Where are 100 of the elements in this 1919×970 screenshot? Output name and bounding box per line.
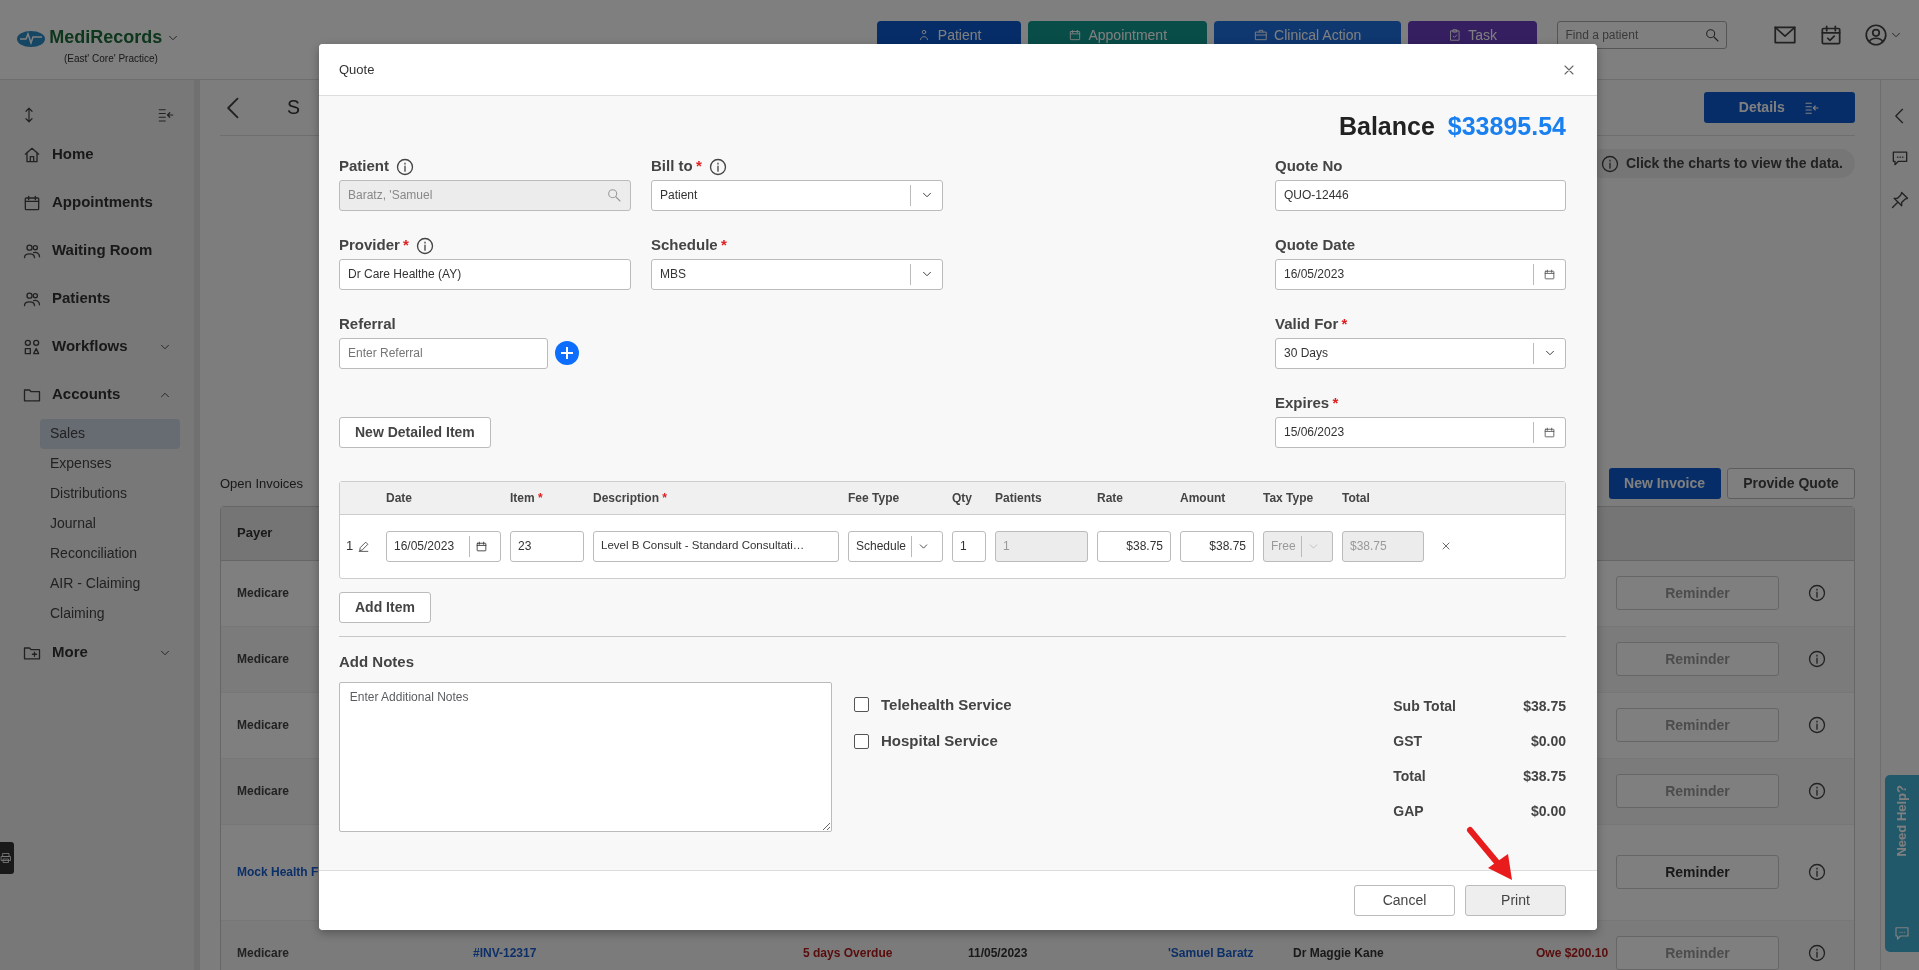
checkbox-label: Telehealth Service xyxy=(881,694,1012,715)
column-header: Payer xyxy=(237,524,273,543)
select-field[interactable]: 30 Days xyxy=(1275,337,1566,369)
search-field[interactable]: Find a patient xyxy=(1556,21,1727,49)
details-button[interactable]: Details xyxy=(1704,92,1855,123)
total-label: GST xyxy=(1393,731,1424,751)
input-field[interactable]: $38.75 xyxy=(1097,530,1171,562)
input-field[interactable]: 1 xyxy=(995,530,1088,562)
page-title: S xyxy=(287,94,300,120)
info-icon xyxy=(1806,583,1827,603)
pointer-arrow xyxy=(1467,827,1512,880)
select-field[interactable]: MBS xyxy=(651,258,943,290)
help-label: Need Help? xyxy=(1893,785,1911,857)
field-label: Provider * xyxy=(339,235,409,256)
app-logo: MediRecords xyxy=(49,26,163,49)
column-header: Rate xyxy=(1097,490,1123,505)
calendar-icon xyxy=(475,539,488,553)
sidebar-subitem[interactable]: AIR - Claiming xyxy=(40,568,180,599)
total-label: GAP xyxy=(1393,801,1425,821)
printer-icon xyxy=(0,852,12,864)
sidebar-subitem[interactable]: Claiming xyxy=(40,598,180,629)
table-cell-text: Medicare xyxy=(237,717,291,734)
print-button[interactable]: Print xyxy=(1465,885,1566,916)
sidebar-item[interactable]: Accounts xyxy=(0,370,194,419)
new-detailed-item-button[interactable]: New Detailed Item xyxy=(339,416,491,448)
column-header: Amount xyxy=(1180,490,1226,505)
total-value: $38.75 xyxy=(1522,696,1566,716)
input-field[interactable]: 1 xyxy=(952,530,986,562)
info-icon xyxy=(1806,862,1827,882)
total-label: Total xyxy=(1393,766,1427,786)
provide-quote-button[interactable]: Provide Quote xyxy=(1727,468,1855,499)
table-cell-text: Owe $200.10 xyxy=(1536,945,1609,962)
practice-name: (East' Core' Practice) xyxy=(64,52,159,66)
table-cell-text: Medicare xyxy=(237,585,291,602)
field-label: Bill to * xyxy=(651,156,702,177)
input-field[interactable]: $38.75 xyxy=(1342,530,1424,562)
sidebar-item[interactable]: Patients xyxy=(0,274,194,323)
sidebar-subitem[interactable]: Reconciliation xyxy=(40,538,180,569)
sidebar-subitem[interactable]: Distributions xyxy=(40,478,180,509)
input-field[interactable]: 23 xyxy=(510,530,584,562)
sidebar-item[interactable]: More xyxy=(0,628,194,677)
reminder-button[interactable]: Reminder xyxy=(1616,855,1779,889)
date-field[interactable]: 15/06/2023 xyxy=(1275,416,1566,448)
add-referral-icon[interactable] xyxy=(554,341,579,365)
input-field[interactable]: QUO-12446 xyxy=(1275,179,1566,211)
balance-amount: $33895.54 xyxy=(1447,111,1566,142)
total-value: $0.00 xyxy=(1529,731,1566,751)
input-field[interactable]: Level B Consult - Standard Consultati… xyxy=(593,530,839,562)
side-widget[interactable] xyxy=(0,842,14,874)
table-cell-text: 11/05/2023 xyxy=(968,945,1029,962)
user-icon xyxy=(1863,22,1889,48)
sidebar-item[interactable]: Home xyxy=(0,130,194,179)
field-label: Referral xyxy=(339,314,396,335)
column-header: Item * xyxy=(510,490,543,505)
sidebar-subitem[interactable]: Sales xyxy=(40,418,180,449)
search-icon xyxy=(606,187,622,203)
input-field[interactable]: Enter Referral xyxy=(339,337,548,369)
button-icon xyxy=(1447,28,1462,42)
field-label: Patient xyxy=(339,156,389,177)
sidebar-item[interactable]: Appointments xyxy=(0,178,194,227)
field-label: Expires * xyxy=(1275,393,1339,414)
balance-label: Balance xyxy=(1338,111,1435,142)
info-icon xyxy=(1806,943,1827,963)
field-label: Schedule * xyxy=(651,235,727,256)
info-icon xyxy=(1806,715,1827,735)
table-cell-text: Medicare xyxy=(237,783,291,800)
date-field[interactable]: 16/05/2023 xyxy=(386,530,501,562)
sidebar-subitem[interactable]: Expenses xyxy=(40,448,180,479)
input-field[interactable]: $38.75 xyxy=(1180,530,1254,562)
select-field[interactable]: Patient xyxy=(651,179,943,211)
calendar-icon xyxy=(1543,425,1556,439)
chat-icon xyxy=(1893,924,1911,942)
select-field[interactable]: Schedule xyxy=(848,530,943,562)
table-cell-text: Medicare xyxy=(237,651,291,668)
column-header: Total xyxy=(1342,490,1370,505)
field-label: Quote Date xyxy=(1275,235,1355,256)
input-field[interactable]: Dr Care Healthe (AY) xyxy=(339,258,631,290)
column-header: Patients xyxy=(995,490,1042,505)
info-icon xyxy=(707,156,728,177)
column-header: Description * xyxy=(593,490,667,505)
cancel-button[interactable]: Cancel xyxy=(1354,885,1455,916)
checkbox[interactable] xyxy=(854,733,869,749)
row-number: 1 xyxy=(346,537,354,556)
section-title: Open Invoices xyxy=(220,474,304,493)
new-invoice-button[interactable]: New Invoice xyxy=(1608,468,1721,499)
notes-field[interactable]: Enter Additional Notes xyxy=(339,682,832,832)
sidebar-item[interactable]: Workflows xyxy=(0,322,194,371)
select-field[interactable]: Free xyxy=(1263,530,1333,562)
add-item-button[interactable]: Add Item xyxy=(339,591,431,623)
collapse-icon xyxy=(156,106,175,124)
pin-icon xyxy=(1890,190,1910,210)
info-icon xyxy=(395,156,415,177)
table-cell-text: Dr Maggie Kane xyxy=(1293,945,1385,962)
date-field[interactable]: 16/05/2023 xyxy=(1275,258,1566,290)
edit-icon xyxy=(357,539,371,553)
checkbox-label: Hospital Service xyxy=(881,731,998,751)
info-icon xyxy=(414,235,435,256)
sidebar-subitem[interactable]: Journal xyxy=(40,508,180,539)
sidebar-item[interactable]: Waiting Room xyxy=(0,226,194,275)
checkbox[interactable] xyxy=(854,697,869,713)
